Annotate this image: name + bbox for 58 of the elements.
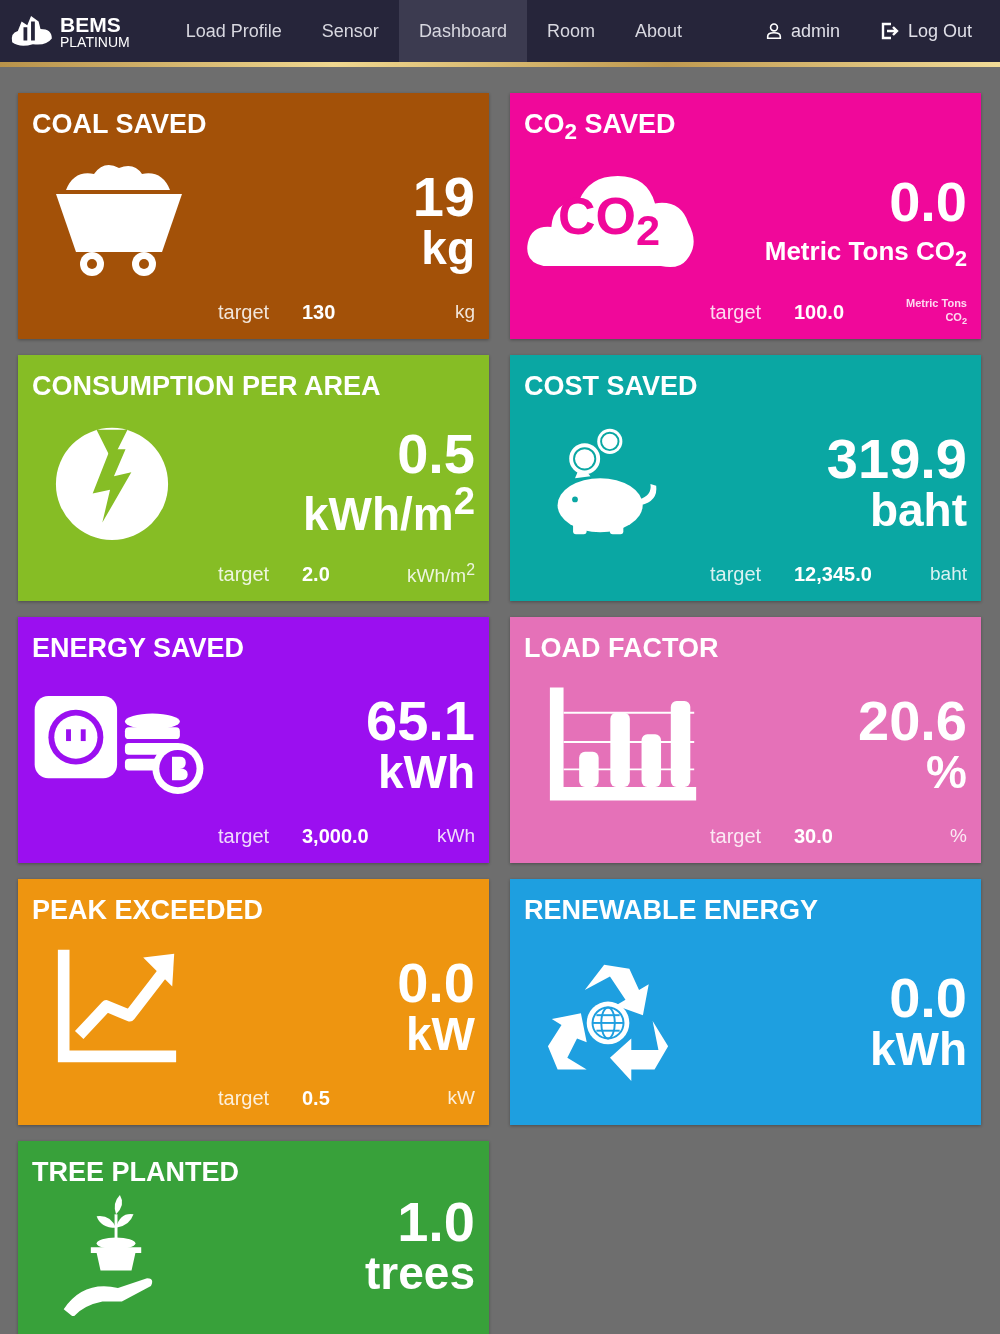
- stat-value: 0.0: [888, 173, 967, 230]
- nav-tab[interactable]: Load Profile: [165, 0, 302, 62]
- stat-value: 20.6: [858, 692, 967, 749]
- card-title: TREE PLANTED: [32, 1156, 240, 1189]
- nav-tab[interactable]: Sensor: [301, 0, 399, 62]
- logout-icon: [879, 21, 900, 41]
- target-unit: kWh/m$^{2}$: [407, 560, 475, 588]
- stat-unit: Metric Tons CO$_{2}$: [764, 237, 967, 270]
- target-unit: kg: [454, 301, 475, 323]
- user-icon: [764, 22, 783, 40]
- card-title: COAL SAVED: [32, 108, 208, 141]
- target-label: target: [710, 300, 763, 324]
- user-link[interactable]: admin: [764, 20, 840, 42]
- stat-unit: %: [925, 748, 967, 795]
- target-value: 130: [302, 300, 336, 324]
- stat-unit: kW: [405, 1010, 475, 1057]
- card-title: PEAK EXCEEDED: [32, 894, 265, 927]
- target-label: target: [710, 824, 763, 848]
- stat-unit: kWh: [376, 748, 475, 795]
- brand-name: BEMS: [60, 13, 122, 35]
- stat-value: 65.1: [366, 692, 475, 749]
- target-unit: baht: [930, 563, 967, 585]
- target-unit: kWh: [437, 825, 475, 847]
- target-value: 0.5: [302, 1086, 330, 1110]
- brand-subtitle: PLATINUM: [60, 34, 130, 49]
- card-title: COST SAVED: [524, 370, 699, 403]
- target-label: target: [218, 300, 271, 324]
- stat-value: 19: [412, 168, 475, 225]
- target-value: 100.0: [794, 300, 845, 324]
- logout-link[interactable]: Log Out: [879, 20, 972, 42]
- target-label: target: [218, 562, 271, 586]
- stat-value: 319.9: [826, 430, 967, 487]
- stat-value: 1.0: [396, 1194, 475, 1251]
- card-title: RENEWABLE ENERGY: [524, 894, 820, 927]
- target-value: 30.0: [794, 824, 833, 848]
- card-title: CO$_{2}$ SAVED: [524, 108, 677, 147]
- target-unit: kW: [447, 1087, 475, 1109]
- card-title: ENERGY SAVED: [32, 632, 246, 665]
- stat-unit: kWh: [869, 1025, 967, 1072]
- target-label: target: [710, 562, 763, 586]
- target-label: target: [218, 1086, 271, 1110]
- stat-unit: kWh/m$^{2}$: [302, 481, 475, 538]
- stat-value: 0.0: [397, 954, 475, 1011]
- target-value: 12,345.0: [794, 562, 872, 586]
- card-title: LOAD FACTOR: [524, 632, 720, 665]
- stat-value: 0.0: [888, 969, 967, 1026]
- stat-value: 0.5: [396, 425, 475, 482]
- nav-tab[interactable]: Dashboard: [398, 0, 527, 62]
- target-value: 2.0: [302, 562, 330, 586]
- target-unit: Metric Tons CO$_{2}$: [905, 295, 967, 329]
- nav-tab[interactable]: About: [614, 0, 702, 62]
- card-title: CONSUMPTION PER AREA: [32, 370, 382, 403]
- target-unit: %: [950, 825, 967, 847]
- nav-tab[interactable]: Room: [526, 0, 615, 62]
- stat-unit: trees: [365, 1250, 475, 1297]
- target-label: target: [218, 824, 271, 848]
- stat-unit: baht: [868, 486, 967, 533]
- target-value: 3,000.0: [302, 824, 369, 848]
